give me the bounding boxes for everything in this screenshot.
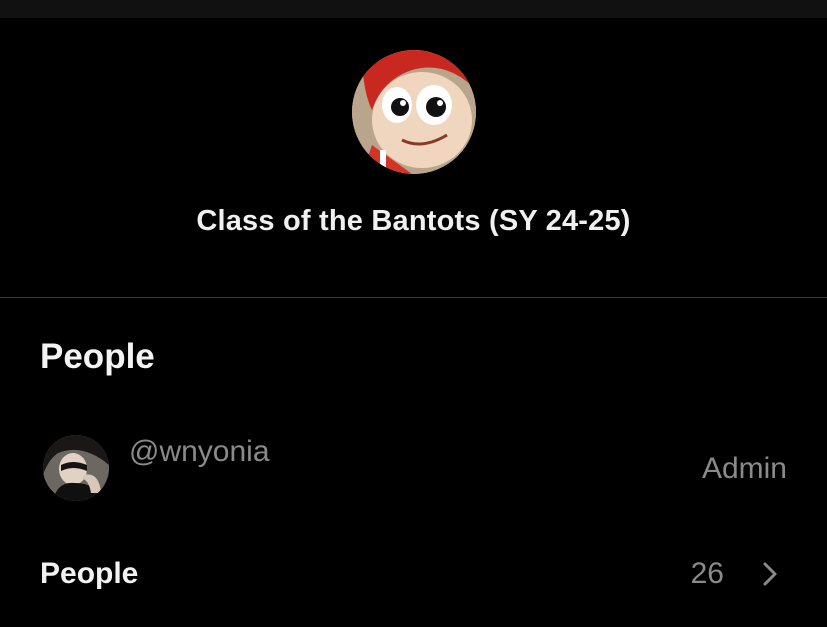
member-handle[interactable]: @wnyonia (129, 435, 270, 469)
mascot-photo-icon (352, 50, 476, 174)
chevron-right-icon (763, 562, 777, 586)
group-avatar[interactable] (352, 50, 476, 174)
user-photo-icon (43, 435, 109, 501)
people-list-row[interactable]: People 26 (0, 548, 827, 604)
people-count: 26 (690, 557, 724, 590)
people-section-heading: People (40, 337, 155, 376)
group-title: Class of the Bantots (SY 24-25) (196, 205, 631, 237)
member-role-badge: Admin (701, 452, 787, 485)
top-bar (0, 0, 827, 18)
member-row[interactable]: @wnyonia Admin (0, 425, 827, 515)
member-avatar[interactable] (43, 435, 109, 501)
people-row-label: People (40, 557, 139, 590)
section-divider (0, 297, 827, 298)
